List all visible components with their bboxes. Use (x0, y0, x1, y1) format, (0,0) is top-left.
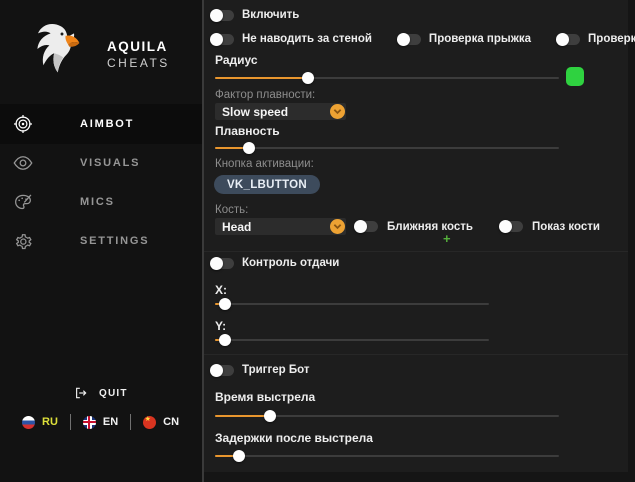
sidebar-item-label: SETTINGS (80, 235, 149, 247)
shot-time-slider[interactable] (215, 410, 559, 422)
radius-slider[interactable] (215, 72, 559, 84)
target-icon (13, 114, 33, 134)
near-bone-label: Ближняя кость (387, 221, 473, 233)
language-ru[interactable]: RU (22, 416, 58, 429)
eye-icon (13, 153, 33, 173)
logout-icon (74, 386, 88, 400)
color-picker-button[interactable] (566, 67, 584, 86)
quit-label: QUIT (99, 388, 128, 399)
slider-fill (215, 415, 270, 417)
uk-flag-icon (83, 416, 96, 429)
toggle-knob (210, 33, 223, 46)
bone-label: Кость: (215, 204, 248, 216)
add-bone-button[interactable]: + (443, 232, 451, 245)
language-code: EN (103, 416, 118, 428)
language-en[interactable]: EN (83, 416, 118, 429)
eagle-logo-icon (26, 16, 86, 82)
language-switcher: RU EN CN (22, 414, 179, 430)
chevron-down-icon (330, 104, 345, 119)
slider-thumb[interactable] (243, 142, 255, 154)
sidebar-item-settings[interactable]: SETTINGS (0, 221, 202, 261)
sidebar-item-label: AIMBOT (80, 118, 134, 130)
slider-track (215, 455, 559, 457)
sidebar-item-visuals[interactable]: VISUALS (0, 143, 202, 183)
trigger-bot-toggle[interactable] (211, 365, 234, 376)
slider-track (215, 339, 489, 341)
toggle-knob (397, 33, 410, 46)
jump-check-toggle[interactable] (398, 34, 421, 45)
trigger-bot-label: Триггер Бот (242, 364, 310, 376)
palette-icon (13, 192, 33, 212)
chevron-down-icon (330, 219, 345, 234)
brand-name: AQUILA (107, 39, 168, 54)
quit-button[interactable]: QUIT (74, 386, 128, 400)
gear-icon (13, 231, 33, 251)
brand-subtitle: CHEATS (107, 56, 170, 70)
language-code: CN (163, 416, 179, 428)
enemy-jump-check-toggle[interactable] (557, 34, 580, 45)
sidebar-item-label: MICS (80, 196, 115, 208)
smoothness-slider[interactable] (215, 142, 559, 154)
x-label: X: (215, 283, 227, 297)
bone-dropdown[interactable]: Head (215, 218, 346, 235)
slider-track (215, 147, 559, 149)
x-slider[interactable] (215, 298, 489, 310)
shot-delay-label: Задержки после выстрела (215, 431, 373, 445)
y-label: Y: (215, 319, 226, 333)
smoothness-label: Плавность (215, 124, 280, 138)
enable-toggle-label: Включить (242, 9, 299, 21)
slider-fill (215, 77, 308, 79)
radius-label: Радиус (215, 53, 258, 67)
activation-key-button[interactable]: VK_LBUTTON (214, 175, 320, 194)
toggle-knob (210, 9, 223, 22)
sidebar: AQUILA CHEATS AIMBOT VISUALS (0, 0, 202, 482)
aimbot-panel: Включить Не наводить за стеной Проверка … (204, 0, 628, 472)
slider-thumb[interactable] (302, 72, 314, 84)
show-bone-label: Показ кости (532, 221, 600, 233)
russia-flag-icon (22, 416, 35, 429)
slider-thumb[interactable] (219, 298, 231, 310)
toggle-knob (210, 364, 223, 377)
slider-thumb[interactable] (219, 334, 231, 346)
toggle-knob (499, 220, 512, 233)
no-aim-behind-wall-toggle[interactable] (211, 34, 234, 45)
language-cn[interactable]: CN (143, 416, 179, 429)
sidebar-item-label: VISUALS (80, 157, 140, 169)
slider-track (215, 303, 489, 305)
smooth-factor-value: Slow speed (222, 105, 288, 119)
shot-delay-slider[interactable] (215, 450, 559, 462)
recoil-control-label: Контроль отдачи (242, 257, 339, 269)
divider (130, 414, 131, 430)
activation-key-label: Кнопка активации: (215, 158, 314, 170)
smooth-factor-dropdown[interactable]: Slow speed (215, 103, 346, 120)
enable-toggle[interactable] (211, 10, 234, 21)
section-divider (204, 354, 628, 355)
no-aim-behind-wall-label: Не наводить за стеной (242, 33, 372, 45)
jump-check-label: Проверка прыжка (429, 33, 531, 45)
divider (70, 414, 71, 430)
show-bone-toggle[interactable] (500, 221, 523, 232)
china-flag-icon (143, 416, 156, 429)
shot-time-label: Время выстрела (215, 390, 315, 404)
bone-value: Head (222, 220, 251, 234)
toggle-knob (354, 220, 367, 233)
slider-thumb[interactable] (264, 410, 276, 422)
slider-thumb[interactable] (233, 450, 245, 462)
toggle-knob (210, 257, 223, 270)
sidebar-item-mics[interactable]: MICS (0, 182, 202, 222)
sidebar-item-aimbot[interactable]: AIMBOT (0, 104, 202, 144)
enemy-jump-check-label: Проверка прыжка врага (588, 33, 635, 45)
language-code: RU (42, 416, 58, 428)
toggle-knob (556, 33, 569, 46)
smooth-factor-label: Фактор плавности: (215, 89, 315, 101)
near-bone-toggle[interactable] (355, 221, 378, 232)
section-divider (204, 251, 628, 252)
y-slider[interactable] (215, 334, 489, 346)
recoil-control-toggle[interactable] (211, 258, 234, 269)
